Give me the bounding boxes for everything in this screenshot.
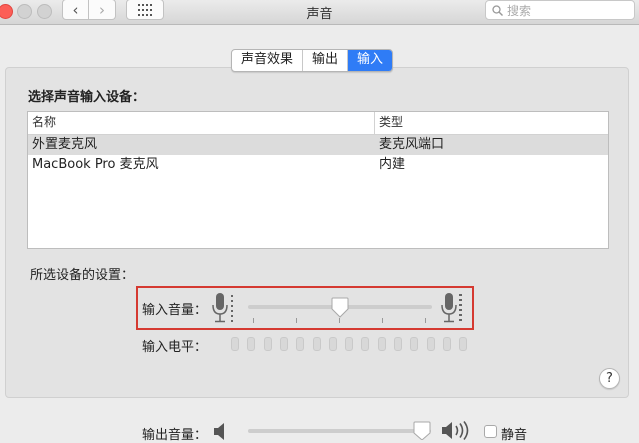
device-section-title: 选择声音输入设备： bbox=[28, 90, 146, 105]
highlight-box bbox=[136, 286, 474, 330]
level-segment bbox=[410, 337, 419, 351]
column-header-type[interactable]: 类型 bbox=[375, 112, 403, 134]
level-segment bbox=[279, 337, 288, 351]
level-segment bbox=[442, 337, 451, 351]
table-row[interactable]: MacBook Pro 麦克风 内建 bbox=[28, 155, 608, 175]
device-name: 外置麦克风 bbox=[32, 137, 98, 152]
level-segment bbox=[459, 337, 468, 351]
speaker-low-icon bbox=[214, 423, 224, 440]
table-row[interactable]: 外置麦克风 麦克风端口 bbox=[28, 135, 608, 155]
settings-section-title: 所选设备的设置： bbox=[30, 268, 135, 283]
speaker-high-icon bbox=[442, 421, 469, 440]
output-volume-slider-knob[interactable] bbox=[413, 421, 431, 440]
device-type: 麦克风端口 bbox=[379, 137, 445, 152]
output-volume-slider[interactable] bbox=[248, 429, 431, 433]
device-type: 内建 bbox=[379, 157, 406, 172]
mute-checkbox[interactable] bbox=[484, 425, 497, 438]
help-button[interactable]: ? bbox=[599, 368, 620, 389]
level-segment bbox=[361, 337, 370, 351]
tab-input[interactable]: 输入 bbox=[348, 50, 393, 71]
title-bar: ‹ › 声音 搜索 bbox=[0, 0, 639, 25]
tab-output[interactable]: 输出 bbox=[303, 50, 349, 71]
search-icon bbox=[492, 4, 503, 16]
input-level-label: 输入电平： bbox=[142, 340, 208, 355]
column-header-name[interactable]: 名称 bbox=[28, 112, 375, 134]
level-segment bbox=[312, 337, 321, 351]
tab-bar: 声音效果 输出 输入 bbox=[231, 49, 394, 72]
table-header: 名称 类型 bbox=[28, 112, 608, 135]
device-table: 名称 类型 外置麦克风 麦克风端口 MacBook Pro 麦克风 内建 bbox=[27, 111, 609, 249]
tab-sound-effects[interactable]: 声音效果 bbox=[232, 50, 304, 71]
search-placeholder: 搜索 bbox=[507, 3, 532, 18]
level-segment bbox=[263, 337, 272, 351]
level-segment bbox=[296, 337, 305, 351]
output-volume-label: 输出音量： bbox=[142, 428, 208, 443]
level-segment bbox=[345, 337, 354, 351]
help-icon: ? bbox=[606, 371, 613, 386]
search-input[interactable]: 搜索 bbox=[485, 0, 635, 20]
level-segment bbox=[426, 337, 435, 351]
level-segment bbox=[377, 337, 386, 351]
mute-label: 静音 bbox=[501, 428, 528, 443]
level-segment bbox=[231, 337, 239, 351]
level-segment bbox=[247, 337, 256, 351]
level-segment bbox=[328, 337, 337, 351]
level-segment bbox=[394, 337, 402, 351]
device-name: MacBook Pro 麦克风 bbox=[32, 157, 159, 172]
